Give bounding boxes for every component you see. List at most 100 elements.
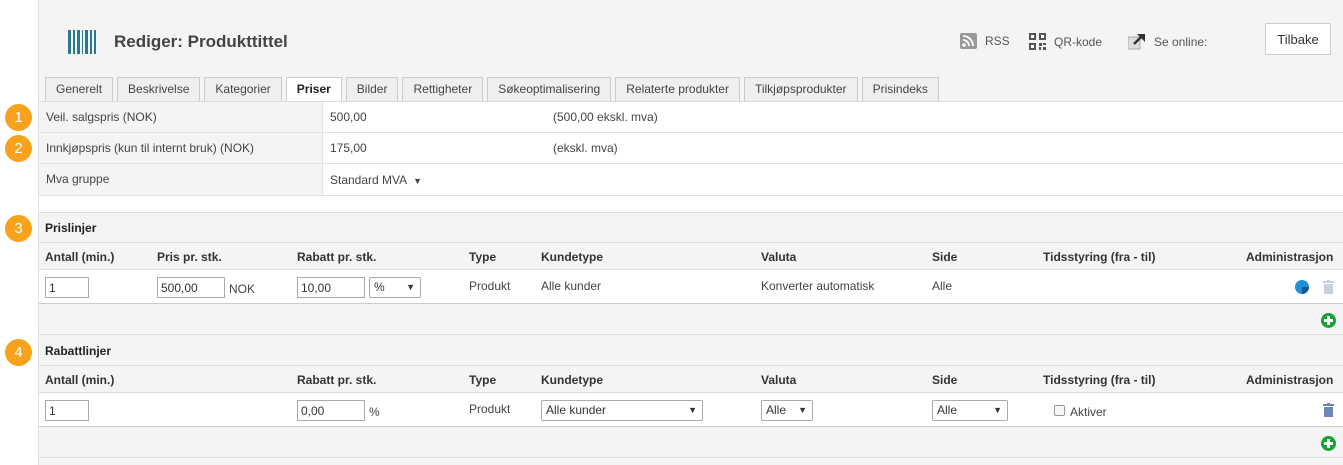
- caret-down-icon: ▼: [993, 405, 1002, 415]
- col-type: Type: [469, 250, 497, 264]
- discount-unit: %: [369, 405, 380, 419]
- tab-addon-products[interactable]: Tilkjøpsprodukter: [743, 77, 858, 101]
- col-customer-type: Kundetype: [541, 373, 604, 387]
- rss-link[interactable]: RSS: [960, 33, 1010, 49]
- tab-seo[interactable]: Søkeoptimalisering: [487, 77, 612, 101]
- tab-categories[interactable]: Kategorier: [204, 77, 282, 101]
- tab-bar: Generelt Beskrivelse Kategorier Priser B…: [45, 77, 943, 102]
- pricing-info: Veil. salgspris (NOK) 500,00 (500,00 eks…: [39, 101, 1343, 196]
- tab-permissions[interactable]: Rettigheter: [402, 77, 484, 101]
- col-admin: Administrasjon: [1246, 250, 1334, 264]
- col-qty: Antall (min.): [45, 250, 115, 264]
- discount-line-type: Produkt: [469, 402, 511, 416]
- price-line-site: Alle: [932, 279, 953, 293]
- tab-general[interactable]: Generelt: [45, 77, 114, 101]
- caret-down-icon: ▼: [688, 405, 697, 415]
- col-timing: Tidsstyring (fra - til): [1043, 250, 1156, 264]
- view-online-link[interactable]: Se online:: [1128, 33, 1207, 50]
- discount-lines-footer: [39, 428, 1343, 458]
- step-badge-4: 4: [5, 339, 32, 366]
- activate-checkbox[interactable]: [1054, 405, 1065, 416]
- qr-code-link[interactable]: QR-kode: [1029, 33, 1102, 50]
- col-timing: Tidsstyring (fra - til): [1043, 373, 1156, 387]
- site-select[interactable]: Alle ▼: [932, 400, 1008, 421]
- price-lines-header: Antall (min.) Pris pr. stk. Rabatt pr. s…: [39, 242, 1343, 270]
- price-unit: NOK: [229, 282, 256, 296]
- col-customer-type: Kundetype: [541, 250, 604, 264]
- tab-images[interactable]: Bilder: [345, 77, 399, 101]
- rss-icon: [960, 33, 977, 49]
- cost-price-value[interactable]: 175,00: [330, 133, 367, 164]
- col-discount: Rabatt pr. stk.: [297, 250, 377, 264]
- tab-prices[interactable]: Priser: [285, 77, 342, 102]
- discount-lines-title: Rabattlinjer: [45, 344, 112, 358]
- retail-price-row: Veil. salgspris (NOK) 500,00 (500,00 eks…: [39, 102, 1343, 133]
- tab-description[interactable]: Beskrivelse: [117, 77, 201, 101]
- price-line-row: NOK %▼ Produkt Alle kunder Konverter aut…: [39, 270, 1343, 304]
- col-qty: Antall (min.): [45, 373, 115, 387]
- price-line-discount-input[interactable]: [297, 277, 365, 298]
- add-price-line-icon[interactable]: [1321, 313, 1336, 328]
- caret-down-icon: ▼: [406, 282, 415, 292]
- vat-group-value: Standard MVA: [330, 173, 408, 187]
- col-type: Type: [469, 373, 497, 387]
- price-lines-title: Prislinjer: [45, 221, 97, 235]
- discount-line-row: % Produkt Alle kunder ▼ Alle ▼ Alle ▼ Aktiv…: [39, 393, 1343, 427]
- caret-down-icon: ▼: [413, 176, 423, 186]
- customer-type-select[interactable]: Alle kunder ▼: [541, 400, 703, 421]
- vat-group-select[interactable]: Standard MVA ▼: [330, 165, 422, 197]
- col-site: Side: [932, 250, 958, 264]
- customer-type-value: Alle kunder: [546, 403, 607, 417]
- qr-code-icon: [1029, 33, 1046, 50]
- retail-price-note: (500,00 ekskl. mva): [553, 110, 658, 124]
- price-line-price-input[interactable]: [157, 277, 225, 298]
- col-admin: Administrasjon: [1246, 373, 1334, 387]
- add-discount-line-icon[interactable]: [1321, 436, 1336, 451]
- tab-related-products[interactable]: Relaterte produkter: [615, 77, 740, 101]
- cost-price-label: Innkjøpspris (kun til internt bruk) (NOK…: [39, 133, 323, 163]
- trash-icon[interactable]: [1323, 280, 1334, 294]
- col-discount: Rabatt pr. stk.: [297, 373, 377, 387]
- tab-price-index[interactable]: Prisindeks: [861, 77, 939, 101]
- qr-code-label: QR-kode: [1054, 34, 1103, 49]
- step-badge-3: 3: [5, 215, 32, 242]
- col-price: Pris pr. stk.: [157, 250, 222, 264]
- discount-line-discount-input[interactable]: [297, 400, 365, 421]
- activate-label: Aktiver: [1070, 405, 1107, 419]
- step-badge-2: 2: [5, 135, 32, 162]
- col-currency: Valuta: [761, 373, 797, 387]
- discount-lines-header: Antall (min.) Rabatt pr. stk. Type Kunde…: [39, 365, 1343, 393]
- discount-unit-select[interactable]: % ▼: [369, 277, 421, 298]
- site-value: Alle: [937, 403, 958, 417]
- caret-down-icon: ▼: [798, 405, 807, 415]
- currency-select[interactable]: Alle ▼: [761, 400, 813, 421]
- view-online-label: Se online:: [1154, 34, 1208, 49]
- vat-group-label: Mva gruppe: [39, 164, 323, 195]
- price-line-qty-input[interactable]: [45, 277, 89, 298]
- rss-label: RSS: [985, 34, 1010, 48]
- price-lines-footer: [39, 305, 1343, 335]
- trash-icon[interactable]: [1323, 403, 1334, 417]
- retail-price-value[interactable]: 500,00: [330, 102, 367, 133]
- col-site: Side: [932, 373, 958, 387]
- price-line-customer-type: Alle kunder: [541, 279, 602, 293]
- currency-value: Alle: [766, 403, 787, 417]
- discount-line-qty-input[interactable]: [45, 400, 89, 421]
- price-line-type: Produkt: [469, 279, 511, 293]
- cost-price-row: Innkjøpspris (kun til internt bruk) (NOK…: [39, 133, 1343, 164]
- step-badge-1: 1: [5, 104, 32, 131]
- discount-unit-value: %: [374, 280, 385, 294]
- cost-price-note: (ekskl. mva): [553, 141, 618, 155]
- back-button[interactable]: Tilbake: [1265, 23, 1331, 55]
- main-content: Rediger: Produkttittel RSS QR-kode Se on…: [38, 0, 1343, 465]
- external-link-icon: [1128, 34, 1145, 50]
- page-title: Rediger: Produkttittel: [114, 32, 288, 51]
- barcode-icon: [68, 30, 96, 54]
- section-divider: [39, 196, 1343, 213]
- page-header: Rediger: Produkttittel RSS QR-kode Se on…: [39, 0, 1343, 74]
- vat-group-row: Mva gruppe Standard MVA ▼: [39, 164, 1343, 196]
- price-line-currency: Konverter automatisk: [761, 279, 875, 293]
- edit-icon[interactable]: [1295, 280, 1309, 294]
- col-currency: Valuta: [761, 250, 797, 264]
- retail-price-label: Veil. salgspris (NOK): [39, 102, 323, 132]
